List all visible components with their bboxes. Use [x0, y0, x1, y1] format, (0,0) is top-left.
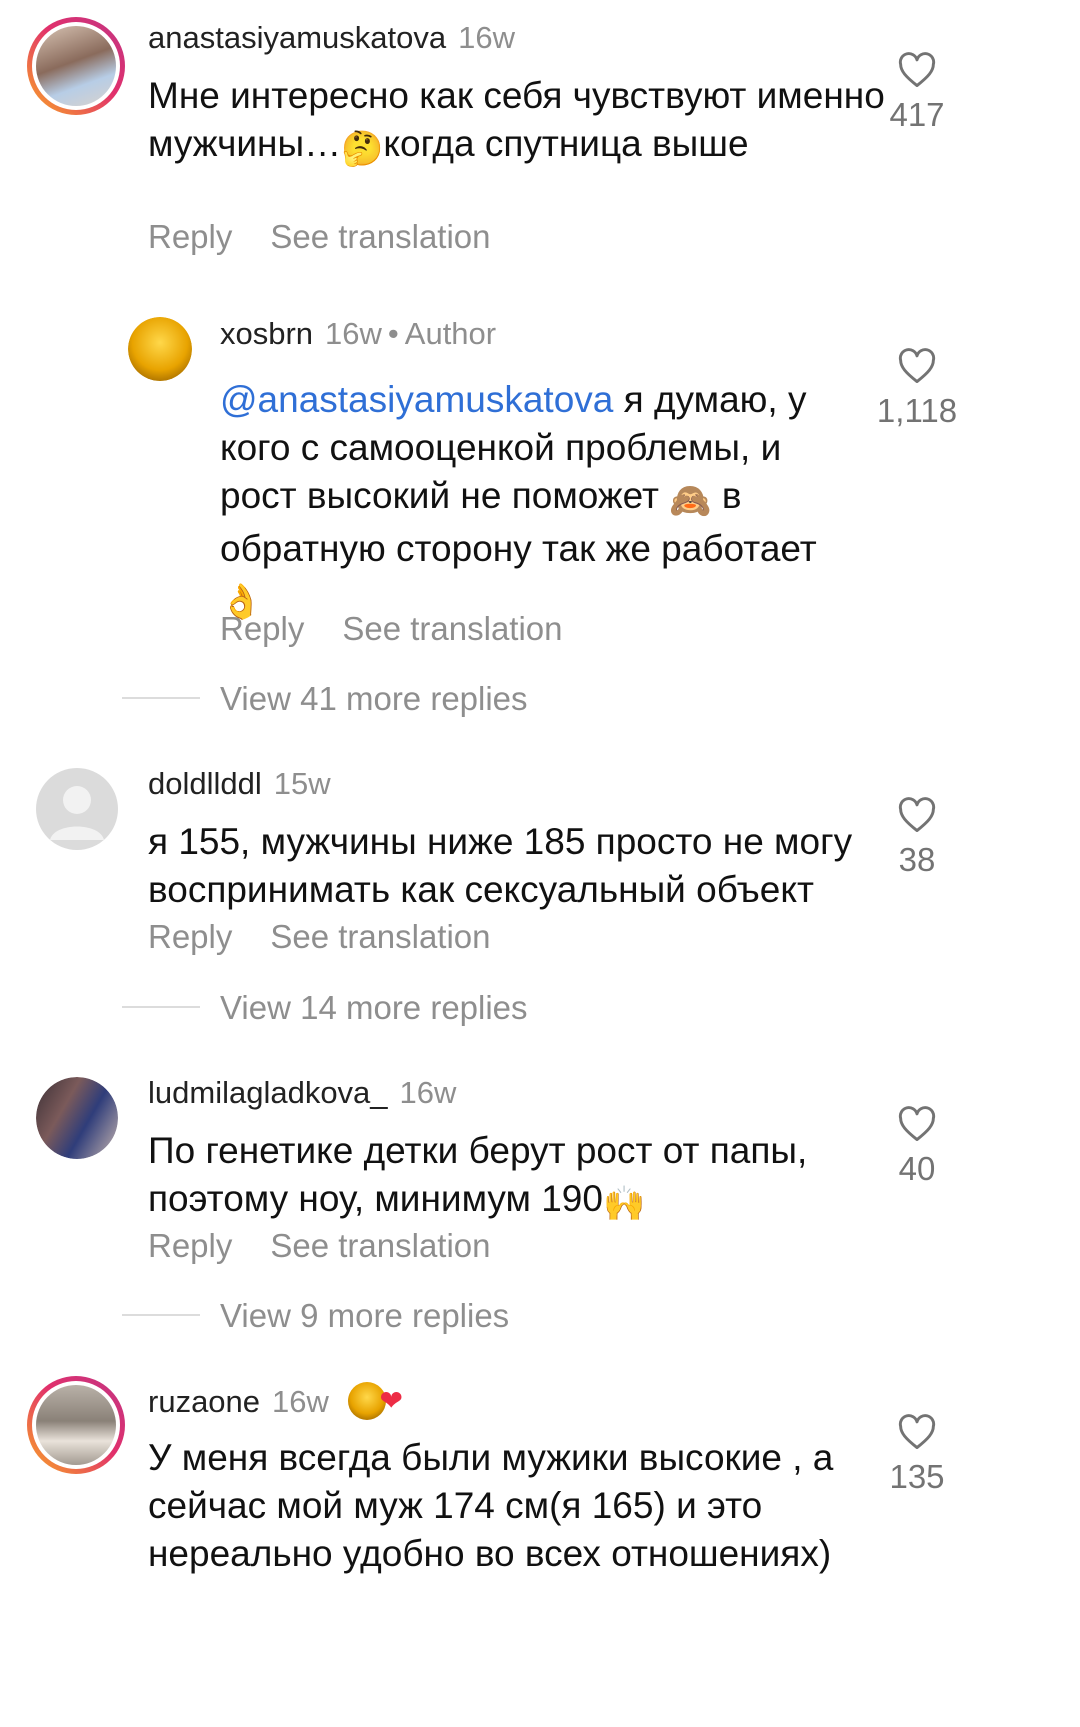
comment-actions: Reply See translation [220, 610, 601, 648]
see-translation-button[interactable]: See translation [270, 1227, 490, 1264]
username[interactable]: xosbrn [220, 316, 313, 351]
comment-actions: Reply See translation [148, 218, 529, 256]
like-count: 1,118 [876, 392, 958, 429]
comment-header: doldllddl 15w [148, 766, 331, 802]
avatar[interactable] [36, 768, 118, 850]
view-more-replies-button[interactable]: View 9 more replies [220, 1297, 509, 1335]
comment-actions: Reply See translation [148, 918, 529, 956]
comment-header: anastasiyamuskatova 16w [148, 20, 515, 56]
like-count: 417 [889, 96, 945, 133]
divider-line [122, 1314, 200, 1316]
avatar[interactable] [36, 1077, 118, 1159]
comment-text: я 155, мужчины ниже 185 просто не могу в… [148, 821, 853, 910]
heart-outline-icon [898, 348, 936, 384]
comment-text: По генетике детки берут рост от папы, по… [148, 1127, 868, 1228]
like-button[interactable]: 417 [862, 52, 972, 134]
comment-text: У меня всегда были мужики высокие , а се… [148, 1437, 834, 1574]
thinking-emoji: 🤔 [341, 130, 384, 168]
like-button[interactable]: 40 [862, 1106, 972, 1188]
timestamp: 16w [399, 1075, 457, 1110]
divider-line [122, 1006, 200, 1008]
timestamp: 15w [273, 766, 331, 801]
like-count: 40 [898, 1150, 936, 1187]
author-badge: Author [404, 316, 497, 351]
comment-text-part: По генетике детки берут рост от папы, по… [148, 1130, 808, 1219]
reply-button[interactable]: Reply [148, 1227, 232, 1264]
reply-button[interactable]: Reply [148, 218, 232, 255]
timestamp: 16w [458, 20, 515, 55]
reply-button[interactable]: Reply [220, 610, 304, 647]
username[interactable]: ruzaone [148, 1384, 260, 1419]
see-translation-button[interactable]: See translation [342, 610, 562, 647]
view-more-replies-button[interactable]: View 41 more replies [220, 680, 528, 718]
comment-header: xosbrn 16w • Author [220, 316, 496, 352]
see-translation-button[interactable]: See translation [270, 918, 490, 955]
like-button[interactable]: 1,118 [862, 348, 972, 430]
username[interactable]: ludmilagladkova_ [148, 1075, 388, 1110]
comment-text: Мне интересно как себя чувствуют именно … [148, 72, 908, 173]
username[interactable]: anastasiyamuskatova [148, 20, 446, 55]
avatar[interactable] [27, 1376, 125, 1474]
comment-header: ruzaone 16w ❤ [148, 1382, 403, 1420]
reply-button[interactable]: Reply [148, 918, 232, 955]
like-button[interactable]: 38 [862, 797, 972, 879]
red-heart-icon: ❤ [379, 1385, 403, 1416]
avatar[interactable] [27, 17, 125, 115]
heart-outline-icon [898, 52, 936, 88]
view-more-replies-button[interactable]: View 14 more replies [220, 989, 528, 1027]
comment-actions: Reply See translation [148, 1227, 529, 1265]
like-count: 135 [889, 1458, 945, 1495]
avatar[interactable] [128, 317, 192, 381]
comment-text: @anastasiyamuskatova я думаю, у кого с с… [220, 376, 840, 626]
timestamp: 16w [325, 316, 382, 351]
see-translation-button[interactable]: See translation [270, 218, 490, 255]
heart-outline-icon [898, 1106, 936, 1142]
heart-outline-icon [898, 797, 936, 833]
divider-line [122, 697, 200, 699]
default-avatar-icon [50, 786, 104, 840]
separator-dot: • [387, 316, 399, 351]
username[interactable]: doldllddl [148, 766, 262, 801]
comment-text-part: когда спутница выше [383, 123, 749, 164]
heart-outline-icon [898, 1414, 936, 1450]
like-button[interactable]: 135 [862, 1414, 972, 1496]
timestamp: 16w [272, 1384, 329, 1419]
see-no-evil-monkey-emoji: 🙈 [669, 482, 712, 520]
comment-header: ludmilagladkova_ 16w [148, 1075, 456, 1111]
mention-link[interactable]: @anastasiyamuskatova [220, 379, 613, 420]
like-count: 38 [898, 841, 936, 878]
raising-hands-emoji: 🙌 [602, 1185, 646, 1223]
